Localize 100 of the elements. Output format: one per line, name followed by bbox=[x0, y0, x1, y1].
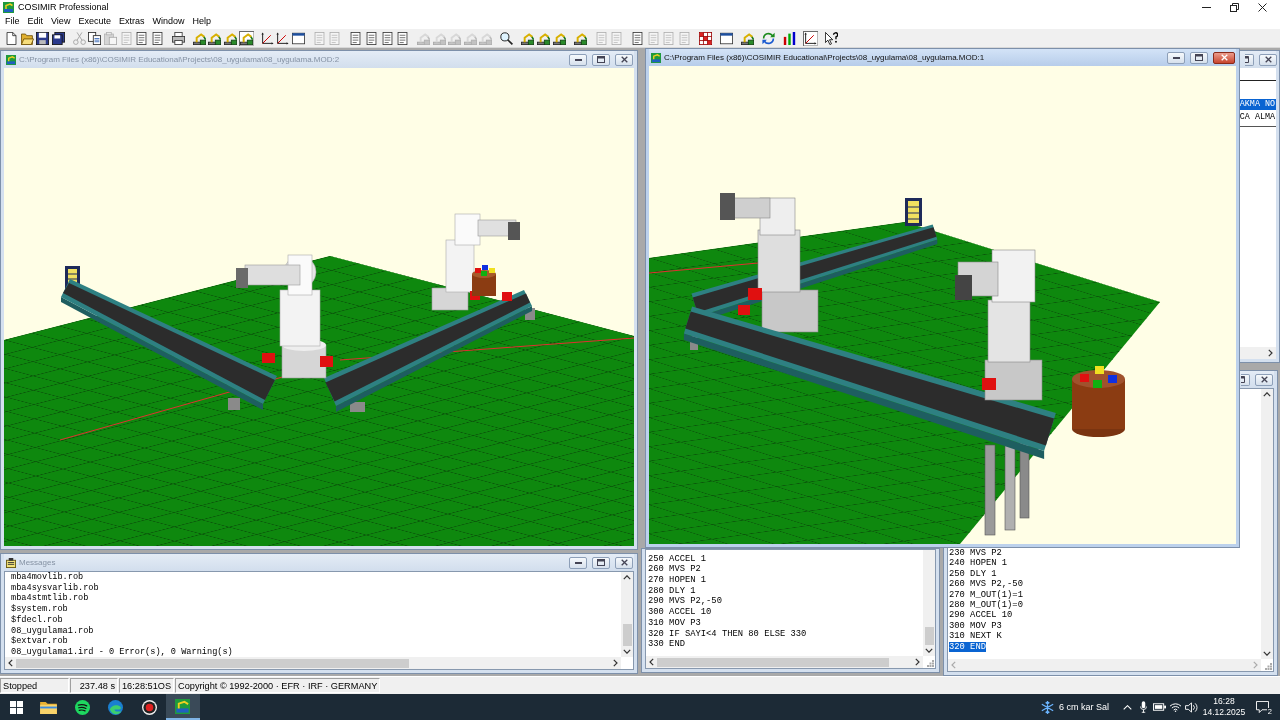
menu-item[interactable]: Help bbox=[188, 15, 215, 28]
maximize-button[interactable] bbox=[1245, 53, 1254, 66]
minimize-icon bbox=[574, 58, 582, 61]
window-icon[interactable] bbox=[719, 30, 735, 46]
axes-icon[interactable] bbox=[275, 30, 291, 46]
menu-item[interactable]: View bbox=[47, 15, 75, 28]
code-line[interactable]: 250 DLY 1 bbox=[949, 568, 997, 580]
open-folder-icon[interactable] bbox=[19, 30, 35, 46]
close-button[interactable] bbox=[615, 556, 633, 569]
volume-icon bbox=[1184, 701, 1198, 713]
maximize-icon bbox=[1245, 56, 1249, 63]
code-line[interactable]: 260 MVS P2,-50 bbox=[949, 579, 1023, 590]
document-icon[interactable] bbox=[348, 30, 364, 46]
scrollbar-thumb[interactable] bbox=[622, 624, 632, 646]
menu-item[interactable]: File bbox=[1, 15, 24, 28]
menu-item[interactable]: Execute bbox=[74, 15, 115, 28]
sync-icon[interactable] bbox=[761, 30, 777, 46]
code-line[interactable]: 280 M_OUT(1)=0 bbox=[949, 599, 1023, 611]
maximize-button[interactable] bbox=[592, 556, 610, 569]
list-item[interactable]: AKMA NO bbox=[1239, 99, 1276, 110]
close-button[interactable] bbox=[1259, 53, 1277, 66]
scrollbar-thumb[interactable] bbox=[16, 658, 409, 668]
new-file-icon[interactable] bbox=[4, 30, 19, 46]
menu-item[interactable]: Edit bbox=[23, 15, 48, 28]
document-icon[interactable] bbox=[363, 30, 379, 46]
search-icon[interactable] bbox=[499, 30, 515, 46]
snowflake-icon bbox=[1041, 700, 1054, 714]
horizontal-scrollbar[interactable] bbox=[5, 657, 621, 669]
code-line[interactable]: 300 ACCEL 10 bbox=[648, 607, 712, 618]
save-all-icon[interactable] bbox=[50, 30, 66, 46]
vertical-scrollbar[interactable] bbox=[621, 572, 633, 657]
resize-grip-icon[interactable] bbox=[927, 660, 934, 667]
minimize-button[interactable] bbox=[569, 53, 587, 66]
help-icon[interactable] bbox=[824, 30, 840, 46]
menu-item[interactable]: Extras bbox=[114, 15, 149, 28]
close-button[interactable] bbox=[615, 53, 633, 66]
code-line[interactable]: 260 MVS P2 bbox=[648, 564, 701, 576]
code-line[interactable]: 310 MOV P3 bbox=[648, 617, 701, 629]
windows-logo-icon bbox=[9, 700, 23, 714]
code-line[interactable]: 280 DLY 1 bbox=[648, 585, 696, 597]
menu-item[interactable]: Window bbox=[148, 15, 189, 28]
code-line[interactable]: 240 HOPEN 1 bbox=[949, 558, 1008, 569]
close-icon bbox=[1257, 2, 1267, 12]
code-line[interactable]: 250 ACCEL 1 bbox=[648, 553, 707, 565]
bars-icon[interactable] bbox=[782, 30, 798, 46]
status-text: Stopped bbox=[0, 678, 69, 693]
code-line[interactable]: 300 MOV P3 bbox=[949, 620, 1002, 632]
chevron-up-icon bbox=[623, 575, 631, 580]
print-icon[interactable] bbox=[170, 30, 186, 46]
document-icon[interactable] bbox=[134, 30, 150, 46]
code-line[interactable]: 310 NEXT K bbox=[949, 631, 1002, 642]
resize-grip-icon[interactable] bbox=[1265, 663, 1272, 670]
chevron-up-icon bbox=[1263, 392, 1271, 397]
maximize-button[interactable] bbox=[1241, 373, 1250, 386]
scrollbar-thumb[interactable] bbox=[924, 627, 934, 645]
close-button[interactable] bbox=[1213, 51, 1235, 64]
close-icon bbox=[1220, 54, 1228, 61]
maximize-button[interactable] bbox=[1190, 51, 1208, 64]
list-item[interactable]: CA ALMA bbox=[1239, 112, 1276, 123]
code-line[interactable]: 330 END bbox=[648, 639, 685, 650]
minimize-button[interactable] bbox=[569, 556, 587, 569]
notification-icon bbox=[1255, 701, 1269, 713]
code-line[interactable]: 230 MVS P2 bbox=[949, 547, 1002, 559]
document-icon[interactable] bbox=[630, 30, 646, 46]
window-title: C:\Program Files (x86)\COSIMIR Educational\Projects\08_uygulama\08_uygulama.MOD:2 bbox=[19, 55, 340, 64]
robot-arm-icon[interactable] bbox=[238, 30, 254, 46]
code-line[interactable]: 290 ACCEL 10 bbox=[949, 610, 1013, 621]
close-button[interactable] bbox=[1255, 373, 1273, 386]
horizontal-scrollbar[interactable] bbox=[1239, 347, 1276, 359]
weather-button[interactable]: 6 cm kar Sal bbox=[1041, 694, 1109, 720]
window-icon[interactable] bbox=[290, 30, 306, 46]
axes-icon[interactable] bbox=[803, 30, 819, 46]
message-line: mba4movlib.rob bbox=[11, 572, 84, 583]
code-line[interactable]: 270 HOPEN 1 bbox=[648, 575, 707, 586]
code-line[interactable]: 320 IF SAYI<4 THEN 80 ELSE 330 bbox=[648, 628, 807, 640]
sensor-tower bbox=[905, 198, 922, 226]
vertical-scrollbar[interactable] bbox=[923, 550, 935, 656]
chevron-right-icon bbox=[915, 658, 920, 666]
restore-icon bbox=[1229, 2, 1239, 12]
window-title: COSIMIR Professional bbox=[18, 2, 109, 12]
conveyor-leg bbox=[350, 402, 365, 412]
document-icon[interactable] bbox=[149, 30, 165, 46]
axes-icon[interactable] bbox=[259, 30, 275, 46]
minimize-button[interactable] bbox=[1167, 51, 1185, 64]
save-icon[interactable] bbox=[35, 30, 51, 46]
document-icon[interactable] bbox=[395, 30, 411, 46]
vertical-scrollbar[interactable] bbox=[1261, 389, 1273, 659]
horizontal-scrollbar[interactable] bbox=[646, 656, 923, 668]
maximize-button[interactable] bbox=[592, 53, 610, 66]
code-line[interactable]: 270 M_OUT(1)=1 bbox=[949, 589, 1023, 600]
app-icon bbox=[175, 698, 191, 714]
horizontal-scrollbar[interactable] bbox=[948, 659, 1261, 671]
clock-button[interactable]: 16:28 14.12.2025 bbox=[1202, 694, 1246, 720]
scrollbar-thumb[interactable] bbox=[657, 657, 889, 667]
document-icon[interactable] bbox=[379, 30, 395, 46]
close-icon bbox=[1260, 376, 1268, 383]
maximize-icon bbox=[597, 559, 605, 566]
copy-icon[interactable] bbox=[87, 30, 103, 46]
grid-icon[interactable] bbox=[698, 30, 714, 46]
code-line[interactable]: 290 MVS P2,-50 bbox=[648, 596, 722, 608]
